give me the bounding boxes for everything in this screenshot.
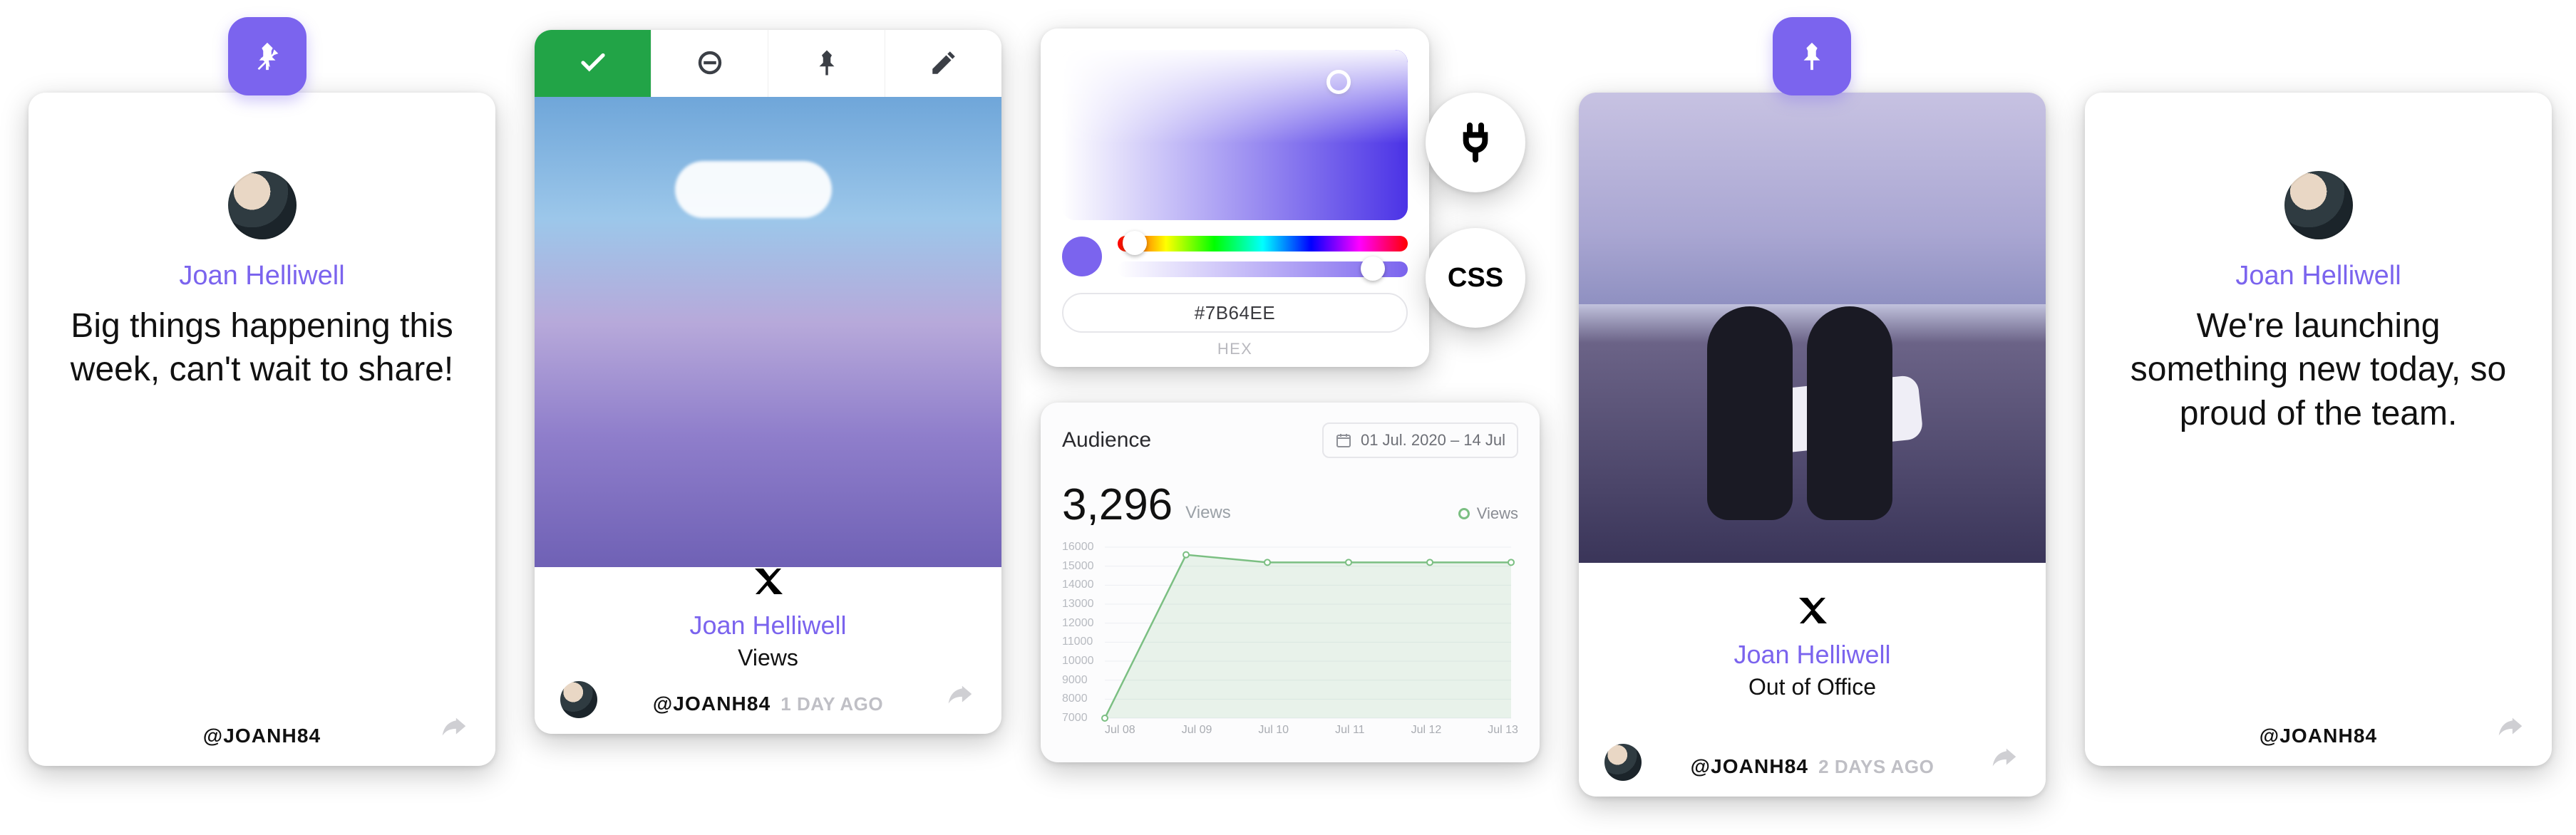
- avatar-mini: [560, 681, 597, 718]
- x-axis-tick: Jul 08: [1105, 724, 1135, 737]
- y-axis-tick: 11000: [1062, 636, 1093, 648]
- date-range-value: 01 Jul. 2020 – 14 Jul: [1361, 431, 1505, 450]
- current-color-swatch: [1062, 237, 1102, 276]
- x-axis-tick: Jul 11: [1335, 724, 1365, 737]
- pin-badge[interactable]: [1773, 17, 1851, 95]
- share-button[interactable]: [437, 711, 470, 747]
- author-name: Joan Helliwell: [179, 261, 344, 291]
- author-name: Joan Helliwell: [2235, 261, 2401, 291]
- y-axis-tick: 14000: [1062, 579, 1094, 591]
- x-axis-tick: Jul 10: [1258, 724, 1289, 737]
- hue-slider-thumb[interactable]: [1123, 231, 1147, 255]
- author-handle: @JOANH84: [653, 693, 771, 715]
- hex-input[interactable]: #7B64EE: [1062, 293, 1408, 333]
- y-axis-tick: 7000: [1062, 712, 1088, 725]
- post-meta: Joan Helliwell Out of Office: [1579, 563, 2046, 731]
- author-name: Joan Helliwell: [689, 611, 846, 640]
- saturation-slider-thumb[interactable]: [1361, 256, 1385, 281]
- x-axis-tick: Jul 09: [1182, 724, 1212, 737]
- saturation-slider[interactable]: [1118, 261, 1408, 277]
- approve-button[interactable]: [535, 30, 651, 97]
- pencil-icon: [929, 48, 959, 78]
- plug-tool-button[interactable]: [1426, 93, 1525, 192]
- metric-label: Views: [1185, 503, 1231, 530]
- post-card-4[interactable]: Joan Helliwell We're launching something…: [2085, 93, 2552, 766]
- post-card-3[interactable]: Joan Helliwell Out of Office @JOANH84 2 …: [1579, 93, 2046, 797]
- x-axis-tick: Jul 13: [1488, 724, 1518, 737]
- metric-value: 3,296: [1062, 479, 1173, 530]
- avatar: [2284, 171, 2353, 239]
- moderator-toolbar: [535, 30, 1001, 97]
- y-axis-tick: 15000: [1062, 560, 1094, 573]
- color-picker[interactable]: #7B64EE HEX: [1041, 28, 1429, 367]
- hex-value: #7B64EE: [1195, 302, 1276, 324]
- audience-chart: Jul 08 Jul 09 Jul 10 Jul 11 Jul 12 Jul 13 700…: [1062, 543, 1518, 735]
- author-handle: @JOANH84: [2260, 725, 2377, 747]
- post-timestamp: 2 DAYS AGO: [1818, 756, 1934, 778]
- legend-dot-icon: [1458, 508, 1470, 519]
- color-gradient-field[interactable]: [1062, 50, 1408, 220]
- post-image: [1579, 93, 2046, 563]
- post-subtitle: Views: [738, 645, 798, 671]
- author-handle: @JOANH84: [203, 725, 321, 747]
- y-axis-tick: 13000: [1062, 598, 1094, 611]
- css-label: CSS: [1448, 263, 1503, 294]
- post-timestamp: 1 DAY AGO: [780, 693, 883, 715]
- post-card-1[interactable]: Joan Helliwell Big things happening this…: [29, 93, 495, 766]
- y-axis-tick: 10000: [1062, 655, 1094, 668]
- avatar: [228, 171, 297, 239]
- y-axis-tick: 8000: [1062, 693, 1088, 705]
- pin-button[interactable]: [768, 30, 885, 97]
- edit-button[interactable]: [885, 30, 1001, 97]
- calendar-icon: [1335, 432, 1352, 449]
- block-icon: [695, 48, 725, 78]
- x-icon: [751, 564, 785, 602]
- author-name: Joan Helliwell: [1733, 640, 1890, 670]
- post-subtitle: Out of Office: [1748, 674, 1876, 700]
- post-message: Big things happening this week, can't wa…: [64, 304, 460, 392]
- hue-slider[interactable]: [1118, 236, 1408, 251]
- pin-icon: [251, 40, 284, 73]
- legend-label: Views: [1477, 504, 1518, 523]
- pin-icon: [812, 48, 842, 78]
- analytics-card[interactable]: Audience 01 Jul. 2020 – 14 Jul 3,296 Vie…: [1041, 403, 1540, 762]
- plug-icon: [1453, 120, 1498, 165]
- post-card-2[interactable]: Joan Helliwell Views @JOANH84 1 DAY AGO: [535, 30, 1001, 734]
- pin-badge[interactable]: [228, 17, 306, 95]
- check-icon: [578, 48, 608, 78]
- hex-label: HEX: [1062, 340, 1408, 358]
- color-picker-handle[interactable]: [1326, 70, 1351, 94]
- y-axis-tick: 16000: [1062, 541, 1094, 554]
- share-button[interactable]: [1987, 742, 2020, 778]
- avatar-mini: [1604, 744, 1642, 781]
- pin-icon: [1796, 40, 1828, 73]
- x-icon: [1796, 593, 1830, 631]
- y-axis-tick: 9000: [1062, 674, 1088, 687]
- analytics-title: Audience: [1062, 428, 1151, 452]
- chart-legend: Views: [1458, 504, 1518, 523]
- share-button[interactable]: [943, 679, 976, 715]
- post-meta: Joan Helliwell Views: [535, 567, 1001, 668]
- post-image: [535, 97, 1001, 567]
- share-button[interactable]: [2493, 711, 2526, 747]
- post-message: We're launching something new today, so …: [2121, 304, 2516, 435]
- reject-button[interactable]: [651, 30, 768, 97]
- author-handle: @JOANH84: [1691, 755, 1808, 778]
- x-axis-tick: Jul 12: [1411, 724, 1442, 737]
- css-tool-button[interactable]: CSS: [1426, 228, 1525, 328]
- y-axis-tick: 12000: [1062, 617, 1094, 630]
- date-range-picker[interactable]: 01 Jul. 2020 – 14 Jul: [1322, 422, 1518, 458]
